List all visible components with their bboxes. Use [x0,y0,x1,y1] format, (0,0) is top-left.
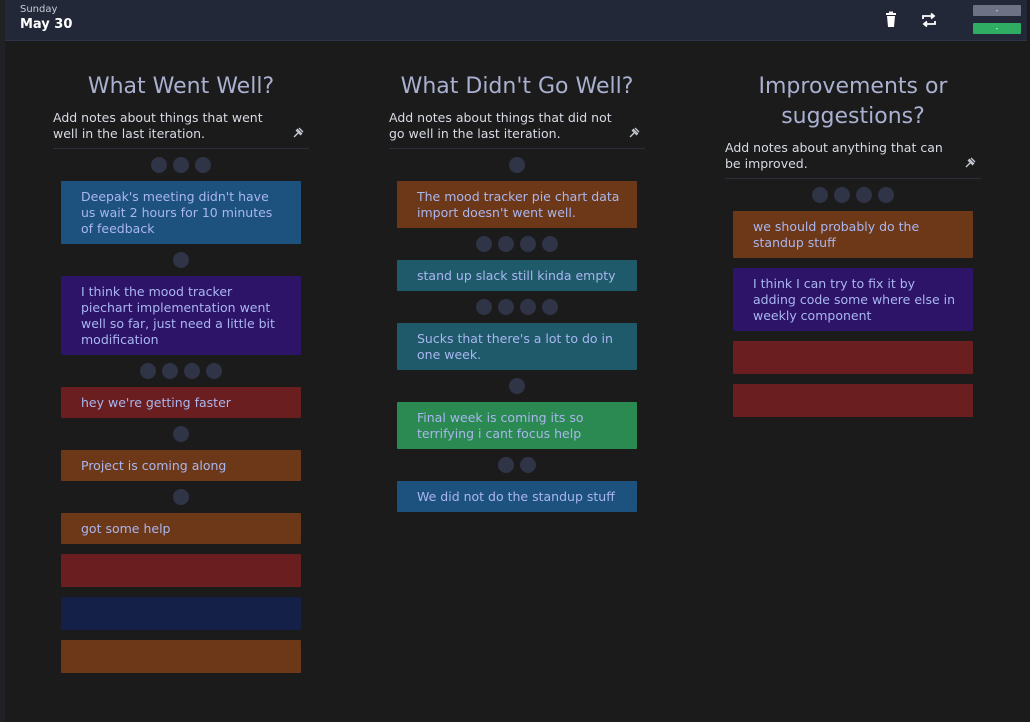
vote-dot[interactable] [509,378,525,394]
vote-dot[interactable] [162,363,178,379]
vote-dot[interactable] [206,363,222,379]
vote-dots[interactable] [389,236,645,252]
note-card[interactable]: The mood tracker pie chart data import d… [397,181,637,228]
vote-dot[interactable] [173,157,189,173]
vote-dots[interactable] [389,299,645,315]
vote-dot[interactable] [520,457,536,473]
column-didnt-go-well: What Didn't Go Well? Add notes about thi… [389,72,645,512]
vote-dot[interactable] [498,299,514,315]
note-card[interactable]: stand up slack still kinda empty [397,260,637,291]
vote-dot[interactable] [812,187,828,203]
column-description-text: Add notes about things that did not go w… [389,110,612,141]
column-improvements: Improvements or suggestions? Add notes a… [725,72,981,417]
column-description: Add notes about things that did not go w… [389,110,645,149]
repeat-icon[interactable] [919,10,939,30]
vote-dot[interactable] [140,363,156,379]
note-card-empty[interactable] [61,640,301,673]
vote-dot[interactable] [173,426,189,442]
trash-icon[interactable] [881,10,901,30]
column-title: What Went Well? [87,74,275,99]
note-card[interactable]: We did not do the standup stuff [397,481,637,512]
date-label: May 30 [20,17,73,32]
pin-icon[interactable] [291,126,305,140]
column-title: Improvements or suggestions? [758,74,948,129]
vote-dot[interactable] [173,252,189,268]
vote-dot[interactable] [542,299,558,315]
vote-dot[interactable] [476,299,492,315]
note-card-empty[interactable] [733,341,973,374]
vote-dot[interactable] [520,299,536,315]
vote-dots[interactable] [53,426,309,442]
note-card[interactable]: we should probably do the standup stuff [733,211,973,258]
note-card[interactable]: got some help [61,513,301,544]
note-card-empty[interactable] [61,597,301,630]
vote-dot[interactable] [151,157,167,173]
day-label: Sunday [20,4,58,15]
note-card[interactable]: Deepak's meeting didn't have us wait 2 h… [61,181,301,244]
mini-button-top[interactable]: - [973,5,1021,16]
vote-dots[interactable] [389,378,645,394]
note-card[interactable]: hey we're getting faster [61,387,301,418]
vote-dots[interactable] [53,252,309,268]
vote-dots[interactable] [389,157,645,173]
mini-button-bottom[interactable]: - [973,23,1021,34]
note-card[interactable]: I think the mood tracker piechart implem… [61,276,301,355]
column-description: Add notes about things that went well in… [53,110,309,149]
pin-icon[interactable] [627,126,641,140]
vote-dot[interactable] [856,187,872,203]
vote-dots[interactable] [53,489,309,505]
vote-dots[interactable] [53,157,309,173]
note-card-empty[interactable] [61,554,301,587]
note-card[interactable]: Project is coming along [61,450,301,481]
vote-dot[interactable] [195,157,211,173]
vote-dots[interactable] [725,187,981,203]
note-card-empty[interactable] [733,384,973,417]
note-card[interactable]: Final week is coming its so terrifying i… [397,402,637,449]
vote-dots[interactable] [389,457,645,473]
column-description-text: Add notes about anything that can be imp… [725,140,943,171]
window-edge [0,0,5,722]
column-title: What Didn't Go Well? [400,74,634,99]
vote-dots[interactable] [53,363,309,379]
vote-dot[interactable] [173,489,189,505]
top-bar: Sunday May 30 - - [5,0,1027,41]
vote-dot[interactable] [878,187,894,203]
column-description: Add notes about anything that can be imp… [725,140,981,179]
column-description-text: Add notes about things that went well in… [53,110,263,141]
vote-dot[interactable] [520,236,536,252]
note-card[interactable]: I think I can try to fix it by adding co… [733,268,973,331]
vote-dot[interactable] [498,457,514,473]
pin-icon[interactable] [963,156,977,170]
vote-dot[interactable] [834,187,850,203]
vote-dot[interactable] [509,157,525,173]
vote-dot[interactable] [184,363,200,379]
column-went-well: What Went Well? Add notes about things t… [53,72,309,673]
vote-dot[interactable] [476,236,492,252]
vote-dot[interactable] [542,236,558,252]
vote-dot[interactable] [498,236,514,252]
note-card[interactable]: Sucks that there's a lot to do in one we… [397,323,637,370]
